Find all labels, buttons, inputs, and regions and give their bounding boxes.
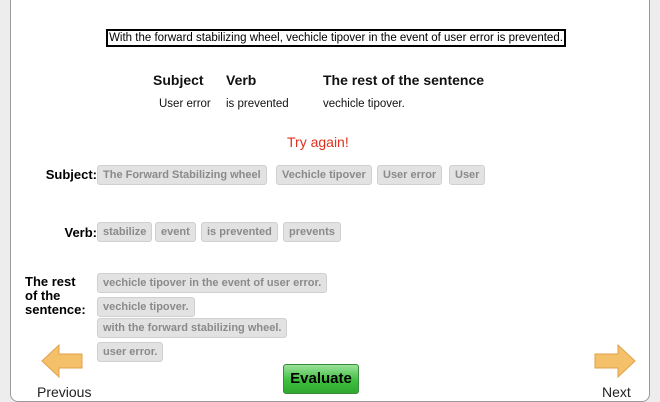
rest-option-forward-stabilizing-wheel[interactable]: with the forward stabilizing wheel. — [97, 318, 288, 338]
answer-verb: is prevented — [226, 98, 289, 110]
left-arrow-icon[interactable] — [41, 344, 83, 378]
verb-option-event[interactable]: event — [155, 222, 196, 242]
header-subject: Subject — [153, 72, 204, 88]
answer-rest: vechicle tipover. — [323, 98, 405, 110]
rest-label-line1: The rest — [25, 274, 76, 289]
next-button[interactable]: Next — [602, 384, 631, 400]
subject-option-user[interactable]: User — [449, 165, 486, 185]
header-verb: Verb — [226, 72, 257, 88]
verb-option-is-prevented[interactable]: is prevented — [201, 222, 278, 242]
feedback-message: Try again! — [287, 134, 349, 150]
rest-option-tipover-in-event[interactable]: vechicle tipover in the event of user er… — [97, 273, 328, 293]
verb-option-stabilize[interactable]: stabilize — [97, 222, 153, 242]
subject-option-user-error[interactable]: User error — [377, 165, 443, 185]
sentence-prompt: With the forward stabilizing wheel, vech… — [106, 29, 566, 47]
rest-label-line2: of the — [25, 288, 61, 303]
subject-option-forward-stabilizing-wheel[interactable]: The Forward Stabilizing wheel — [97, 165, 267, 185]
rest-option-vechicle-tipover[interactable]: vechicle tipover. — [97, 297, 195, 317]
exercise-panel: With the forward stabilizing wheel, vech… — [10, 0, 650, 402]
answer-subject: User error — [159, 98, 211, 110]
rest-label-line3: sentence: — [25, 302, 86, 317]
rest-label: The rest of the sentence: — [25, 275, 86, 317]
rest-option-user-error[interactable]: user error. — [97, 342, 164, 362]
right-arrow-icon[interactable] — [594, 344, 636, 378]
evaluate-button[interactable]: Evaluate — [283, 364, 359, 394]
subject-option-vechicle-tipover[interactable]: Vechicle tipover — [276, 165, 372, 185]
subject-label: Subject: — [45, 167, 97, 182]
verb-label: Verb: — [64, 225, 97, 240]
verb-option-prevents[interactable]: prevents — [283, 222, 341, 242]
header-rest: The rest of the sentence — [323, 72, 485, 88]
previous-button[interactable]: Previous — [37, 384, 91, 400]
